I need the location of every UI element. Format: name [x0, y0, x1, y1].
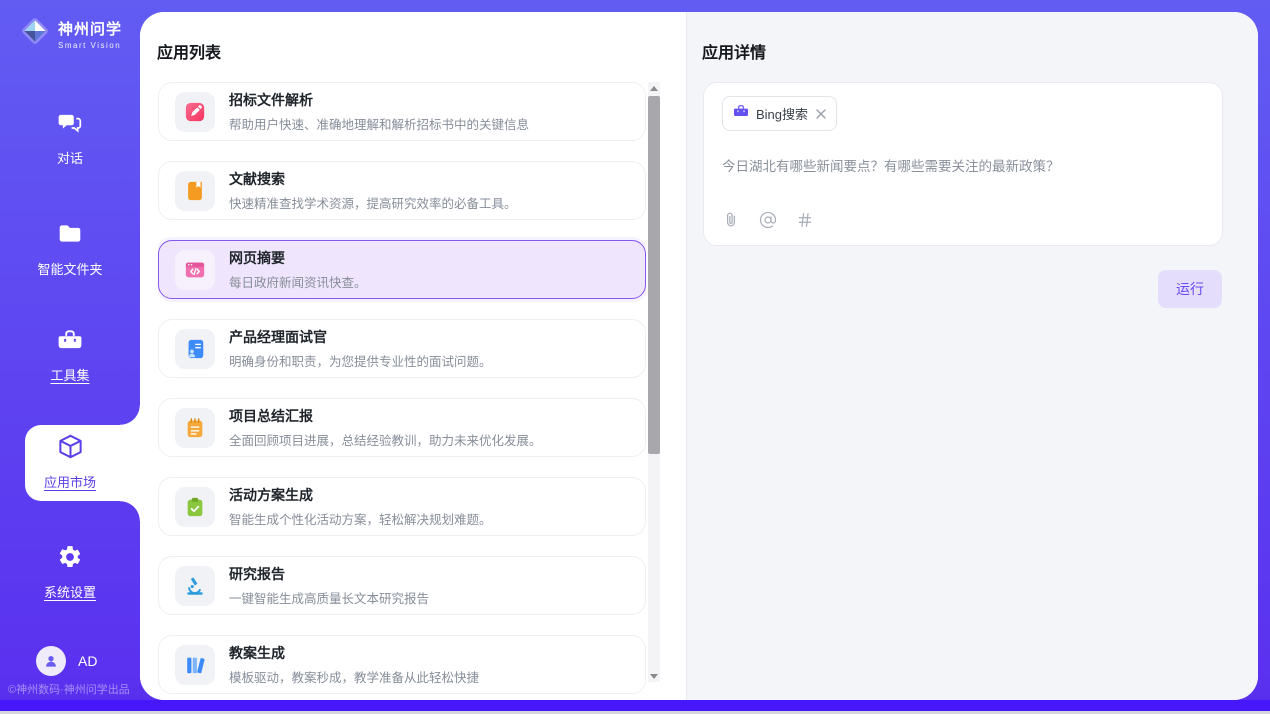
notepad-icon	[175, 408, 215, 448]
app-card-project-summary[interactable]: 项目总结汇报 全面回顾项目进展，总结经验教训，助力未来优化发展。	[158, 398, 646, 457]
browser-code-icon	[175, 250, 215, 290]
active-tab-curve-top	[120, 405, 140, 425]
user-account[interactable]: AD	[36, 646, 97, 676]
paperclip-icon[interactable]	[722, 211, 740, 229]
logo-title: 神州问学	[58, 18, 122, 39]
scrollbar-down-arrow[interactable]	[648, 670, 660, 682]
microscope-icon	[175, 566, 215, 606]
app-title: 活动方案生成	[229, 485, 492, 505]
app-card-event-plan[interactable]: 活动方案生成 智能生成个性化活动方案，轻松解决规划难题。	[158, 477, 646, 536]
app-detail-panel: 应用详情 Bing搜索 今日湖北有哪些新闻要点？有哪些需要关注的最新政策？	[686, 12, 1258, 700]
sidebar-item-settings[interactable]: 系统设置	[0, 544, 140, 601]
diamond-logo-icon	[20, 16, 50, 51]
pen-edit-icon	[175, 92, 215, 132]
tool-tag-label: Bing搜索	[756, 104, 808, 123]
sidebar-item-label: 应用市场	[44, 472, 96, 491]
app-title: 产品经理面试官	[229, 327, 492, 347]
sidebar-item-label: 工具集	[50, 365, 89, 384]
app-description: 一键智能生成高质量长文本研究报告	[229, 588, 429, 607]
run-button[interactable]: 运行	[1158, 270, 1222, 308]
scrollbar-up-arrow[interactable]	[648, 82, 660, 94]
avatar	[36, 646, 66, 676]
copyright-text: ©神州数码·神州问学出品	[8, 681, 130, 697]
user-initials: AD	[78, 653, 97, 669]
app-list-title: 应用列表	[157, 39, 221, 63]
close-icon[interactable]	[816, 109, 826, 119]
app-card-lesson-plan[interactable]: 教案生成 模板驱动，教案秒成，教学准备从此轻松快捷	[158, 635, 646, 694]
active-tab-curve-bottom	[120, 501, 140, 521]
at-sign-icon[interactable]	[759, 211, 777, 229]
app-description: 智能生成个性化活动方案，轻松解决规划难题。	[229, 509, 492, 528]
app-title: 教案生成	[229, 643, 479, 663]
app-description: 全面回顾项目进展，总结经验教训，助力未来优化发展。	[229, 430, 542, 449]
app-description: 明确身份和职责，为您提供专业性的面试问题。	[229, 351, 492, 370]
prompt-text-input[interactable]: 今日湖北有哪些新闻要点？有哪些需要关注的最新政策？	[722, 155, 1204, 175]
app-card-pm-interviewer[interactable]: 产品经理面试官 明确身份和职责，为您提供专业性的面试问题。	[158, 319, 646, 378]
briefcase-icon	[733, 103, 749, 124]
chat-icon	[57, 110, 83, 141]
sidebar-item-smart-folder[interactable]: 智能文件夹	[0, 221, 140, 278]
prompt-toolbar	[722, 211, 814, 229]
app-title: 招标文件解析	[229, 90, 529, 110]
app-list: 招标文件解析 帮助用户快速、准确地理解和解析招标书中的关键信息 文献搜索 快速精…	[158, 82, 646, 700]
scrollbar-thumb[interactable]	[648, 96, 660, 454]
scrollbar-track[interactable]	[648, 82, 660, 682]
app-card-web-summary[interactable]: 网页摘要 每日政府新闻资讯快查。	[158, 240, 646, 299]
books-icon	[175, 645, 215, 685]
app-description: 帮助用户快速、准确地理解和解析招标书中的关键信息	[229, 114, 529, 133]
folder-icon	[57, 221, 83, 252]
app-title: 研究报告	[229, 564, 429, 584]
app-logo: 神州问学 Smart Vision	[20, 16, 122, 51]
app-description: 每日政府新闻资讯快查。	[229, 272, 367, 291]
app-description: 模板驱动，教案秒成，教学准备从此轻松快捷	[229, 667, 479, 686]
sidebar-item-label: 对话	[57, 148, 83, 167]
cube-icon	[57, 433, 84, 465]
app-title: 项目总结汇报	[229, 406, 542, 426]
hash-icon[interactable]	[796, 211, 814, 229]
app-card-bid-document-parsing[interactable]: 招标文件解析 帮助用户快速、准确地理解和解析招标书中的关键信息	[158, 82, 646, 141]
app-title: 网页摘要	[229, 248, 367, 268]
prompt-card: Bing搜索 今日湖北有哪些新闻要点？有哪些需要关注的最新政策？	[703, 82, 1223, 246]
app-description: 快速精准查找学术资源，提高研究效率的必备工具。	[229, 193, 517, 212]
resume-person-icon	[175, 329, 215, 369]
sidebar-item-label: 智能文件夹	[37, 259, 102, 278]
logo-subtitle: Smart Vision	[58, 41, 122, 50]
bottom-accent-strip	[0, 700, 1270, 711]
sidebar-item-toolset[interactable]: 工具集	[0, 327, 140, 384]
app-detail-title: 应用详情	[702, 39, 766, 63]
sidebar-item-label: 系统设置	[44, 582, 96, 601]
book-icon	[175, 171, 215, 211]
toolbox-icon	[57, 327, 83, 358]
main-content: 应用列表 招标文件解析 帮助用户快速、准确地理解和解析招标书中的关键信息	[140, 12, 1258, 700]
sidebar: 神州问学 Smart Vision 对话 智能文件夹 工具集	[0, 0, 140, 700]
sidebar-item-app-market[interactable]: 应用市场	[0, 433, 140, 491]
sidebar-item-chat[interactable]: 对话	[0, 110, 140, 167]
clipboard-check-icon	[175, 487, 215, 527]
app-title: 文献搜索	[229, 169, 517, 189]
gear-icon	[57, 544, 83, 575]
logo-text: 神州问学 Smart Vision	[58, 18, 122, 50]
app-card-research-report[interactable]: 研究报告 一键智能生成高质量长文本研究报告	[158, 556, 646, 615]
app-list-panel: 应用列表 招标文件解析 帮助用户快速、准确地理解和解析招标书中的关键信息	[140, 12, 686, 700]
tool-tag-bing-search[interactable]: Bing搜索	[722, 96, 837, 131]
app-card-literature-search[interactable]: 文献搜索 快速精准查找学术资源，提高研究效率的必备工具。	[158, 161, 646, 220]
